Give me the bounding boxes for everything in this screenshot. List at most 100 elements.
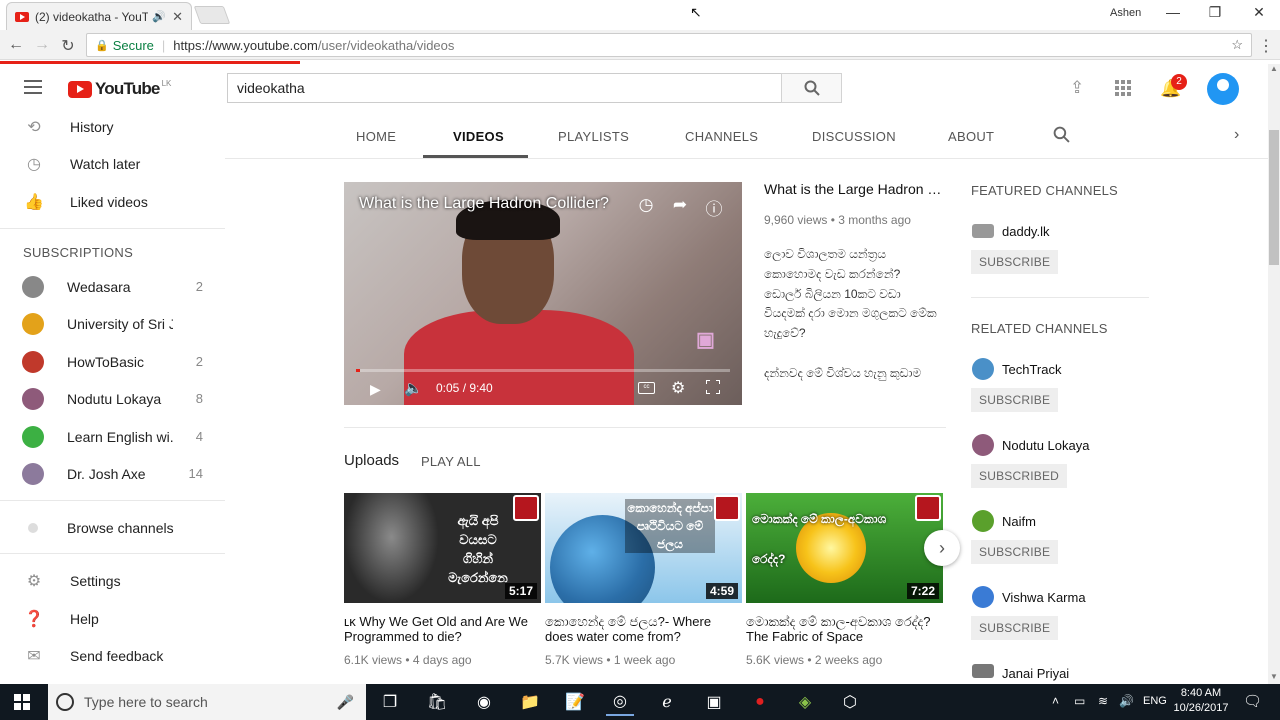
3d-app-icon[interactable]: ⬡ [836, 688, 864, 716]
volume-tray-icon[interactable]: 🔊 [1119, 694, 1134, 708]
video-title[interactable]: කොහෙන්ද මේ ජලය?- Where does water come f… [545, 614, 742, 644]
chrome-icon[interactable]: ◎ [606, 688, 634, 716]
progress-bar[interactable] [356, 369, 730, 372]
video-player[interactable]: What is the Large Hadron Collider? ◷ ➦ ⓘ… [344, 182, 742, 405]
browser-tab[interactable]: (2) videokatha - YouTu 🔊 ✕ [6, 2, 192, 30]
avatar[interactable] [1207, 73, 1239, 105]
action-center-icon[interactable]: 🗨 [1243, 692, 1262, 710]
minimize-button[interactable]: — [1158, 4, 1188, 24]
tab-playlists[interactable]: PLAYLISTS [558, 129, 629, 144]
video-title[interactable]: ʟᴋ Why We Get Old and Are We Programmed … [344, 614, 541, 644]
language-indicator[interactable]: ENG [1143, 695, 1167, 707]
youtube-logo[interactable]: YouTube LK [68, 79, 171, 99]
scrollbar-thumb[interactable] [1269, 130, 1279, 265]
reload-icon[interactable]: ↻ [58, 36, 78, 56]
microphone-icon[interactable]: 🎤 [337, 694, 354, 711]
channel-name[interactable]: TechTrack [1002, 362, 1061, 377]
video-thumbnail[interactable]: ඇයි අපි වයසට ගිහින් මැරෙන්නෙ 5:17 [344, 493, 541, 603]
android-app-icon[interactable]: ◉ [470, 688, 498, 716]
omnibox[interactable]: 🔒 Secure | https://www.youtube.com/user/… [86, 33, 1252, 57]
browser-menu-icon[interactable]: ⋮ [1258, 36, 1274, 56]
description-line: කොහොමද වැඩ කරන්නේ? [764, 266, 901, 281]
wifi-icon[interactable]: ≋ [1098, 694, 1108, 708]
channel-name[interactable]: Janai Priyai [1002, 666, 1069, 681]
battery-icon[interactable]: ▭ [1074, 694, 1085, 708]
subscribed-button[interactable]: SUBSCRIBED [971, 464, 1068, 488]
video-title[interactable]: මොකක්ද මේ කාල-අවකාශ රෙද්ද? The Fabric of… [746, 614, 943, 644]
info-icon[interactable]: ⓘ [703, 195, 725, 219]
channel-name[interactable]: Vishwa Karma [1002, 590, 1086, 605]
share-icon[interactable]: ➦ [669, 195, 691, 217]
back-arrow-icon[interactable]: ← [6, 36, 26, 54]
taskbar-clock[interactable]: 8:40 AM 10/26/2017 [1172, 686, 1230, 716]
video-thumbnail[interactable]: මොකක්ද මේ කාල-අවකාශ රෙද්ද? 7:22 [746, 493, 943, 603]
upload-icon[interactable]: ⇪ [1070, 78, 1084, 98]
apps-grid-icon[interactable] [1115, 80, 1131, 96]
close-window-button[interactable]: ✕ [1244, 4, 1274, 24]
sidebar-item-watch-later[interactable]: ◷ Watch later [0, 145, 225, 182]
featured-video-title[interactable]: What is the Large Hadron Col... [764, 181, 946, 197]
play-all-button[interactable]: PLAY ALL [421, 454, 481, 469]
sidebar-item-send-feedback[interactable]: ✉ Send feedback [0, 637, 225, 674]
android-studio-icon[interactable]: ◈ [791, 688, 819, 716]
search-button[interactable] [781, 73, 842, 103]
tray-chevron-icon[interactable]: ˄ [1052, 694, 1059, 708]
watch-later-icon[interactable]: ◷ [635, 195, 657, 217]
search-input[interactable]: videokatha [227, 73, 782, 103]
video-thumbnail[interactable]: කොහෙන්ද අප්පා පෘථිවියට මේ ජලය 4:59 [545, 493, 742, 603]
volume-icon[interactable]: 🔈 [404, 379, 423, 397]
chevron-right-icon[interactable]: › [1234, 126, 1239, 144]
channel-name[interactable]: daddy.lk [1002, 224, 1049, 239]
play-icon[interactable]: ▶ [370, 381, 381, 398]
channel-name[interactable]: Nodutu Lokaya [1002, 438, 1089, 453]
sidebar-item-liked-videos[interactable]: 👍 Liked videos [0, 183, 225, 220]
sidebar-subscription[interactable]: HowToBasic 2 [0, 343, 225, 380]
sidebar-subscription[interactable]: Learn English wi... 4 [0, 418, 225, 455]
gear-icon[interactable]: ⚙ [671, 378, 685, 398]
profile-name[interactable]: Ashen [1110, 7, 1141, 19]
subscribe-button[interactable]: SUBSCRIBE [971, 616, 1059, 640]
maximize-button[interactable]: ❐ [1200, 4, 1230, 24]
task-view-icon[interactable]: ❐ [376, 688, 404, 716]
sidebar-subscription[interactable]: University of Sri J... [0, 305, 225, 342]
player-title[interactable]: What is the Large Hadron Collider? [359, 195, 609, 213]
taskbar-search[interactable]: Type here to search 🎤 [48, 684, 366, 720]
subscribe-button[interactable]: SUBSCRIBE [971, 388, 1059, 412]
new-tab-button[interactable] [193, 6, 231, 24]
subscribe-button[interactable]: SUBSCRIBE [971, 250, 1059, 274]
media-app-icon[interactable]: ▣ [700, 688, 728, 716]
speaker-icon[interactable]: 🔊 [152, 10, 166, 23]
file-explorer-icon[interactable]: 📁 [516, 688, 544, 716]
scroll-up-icon[interactable]: ▲ [1268, 64, 1280, 76]
channel-name[interactable]: Naifm [1002, 514, 1036, 529]
tab-channels[interactable]: CHANNELS [685, 129, 758, 144]
tab-home[interactable]: HOME [356, 129, 396, 144]
red-app-icon[interactable]: ● [746, 688, 774, 716]
windows-start-icon[interactable] [14, 694, 30, 710]
tab-videos[interactable]: VIDEOS [453, 129, 504, 144]
fullscreen-icon[interactable] [705, 379, 721, 395]
menu-icon[interactable] [24, 80, 42, 94]
bookmark-star-icon[interactable]: ☆ [1231, 37, 1243, 53]
edge-icon[interactable]: ℯ [653, 688, 681, 716]
tab-close-icon[interactable]: ✕ [172, 9, 183, 25]
store-icon[interactable]: 🛍 [423, 688, 451, 716]
captions-icon[interactable]: cc [638, 382, 655, 394]
carousel-next-button[interactable]: › [924, 530, 960, 566]
scroll-down-icon[interactable]: ▼ [1268, 672, 1280, 684]
tab-about[interactable]: ABOUT [948, 129, 994, 144]
channel-search-icon[interactable] [1053, 126, 1070, 148]
forward-arrow-icon[interactable]: → [32, 36, 52, 54]
sidebar-item-history[interactable]: ⟲ History [0, 108, 225, 145]
sidebar-subscription[interactable]: Wedasara 2 [0, 268, 225, 305]
sidebar-item-settings[interactable]: ⚙ Settings [0, 562, 225, 599]
uploads-heading[interactable]: Uploads [344, 452, 399, 469]
sidebar-subscription[interactable]: Dr. Josh Axe 14 [0, 455, 225, 492]
tab-discussion[interactable]: DISCUSSION [812, 129, 896, 144]
notepad-app-icon[interactable]: 📝 [561, 688, 589, 716]
sidebar-item-browse-channels[interactable]: Browse channels [0, 509, 225, 546]
sidebar-subscription[interactable]: Nodutu Lokaya 8 [0, 380, 225, 417]
subscribe-button[interactable]: SUBSCRIBE [971, 540, 1059, 564]
video-meta: 6.1K views • 4 days ago [344, 653, 472, 667]
sidebar-item-help[interactable]: ❓ Help [0, 600, 225, 637]
